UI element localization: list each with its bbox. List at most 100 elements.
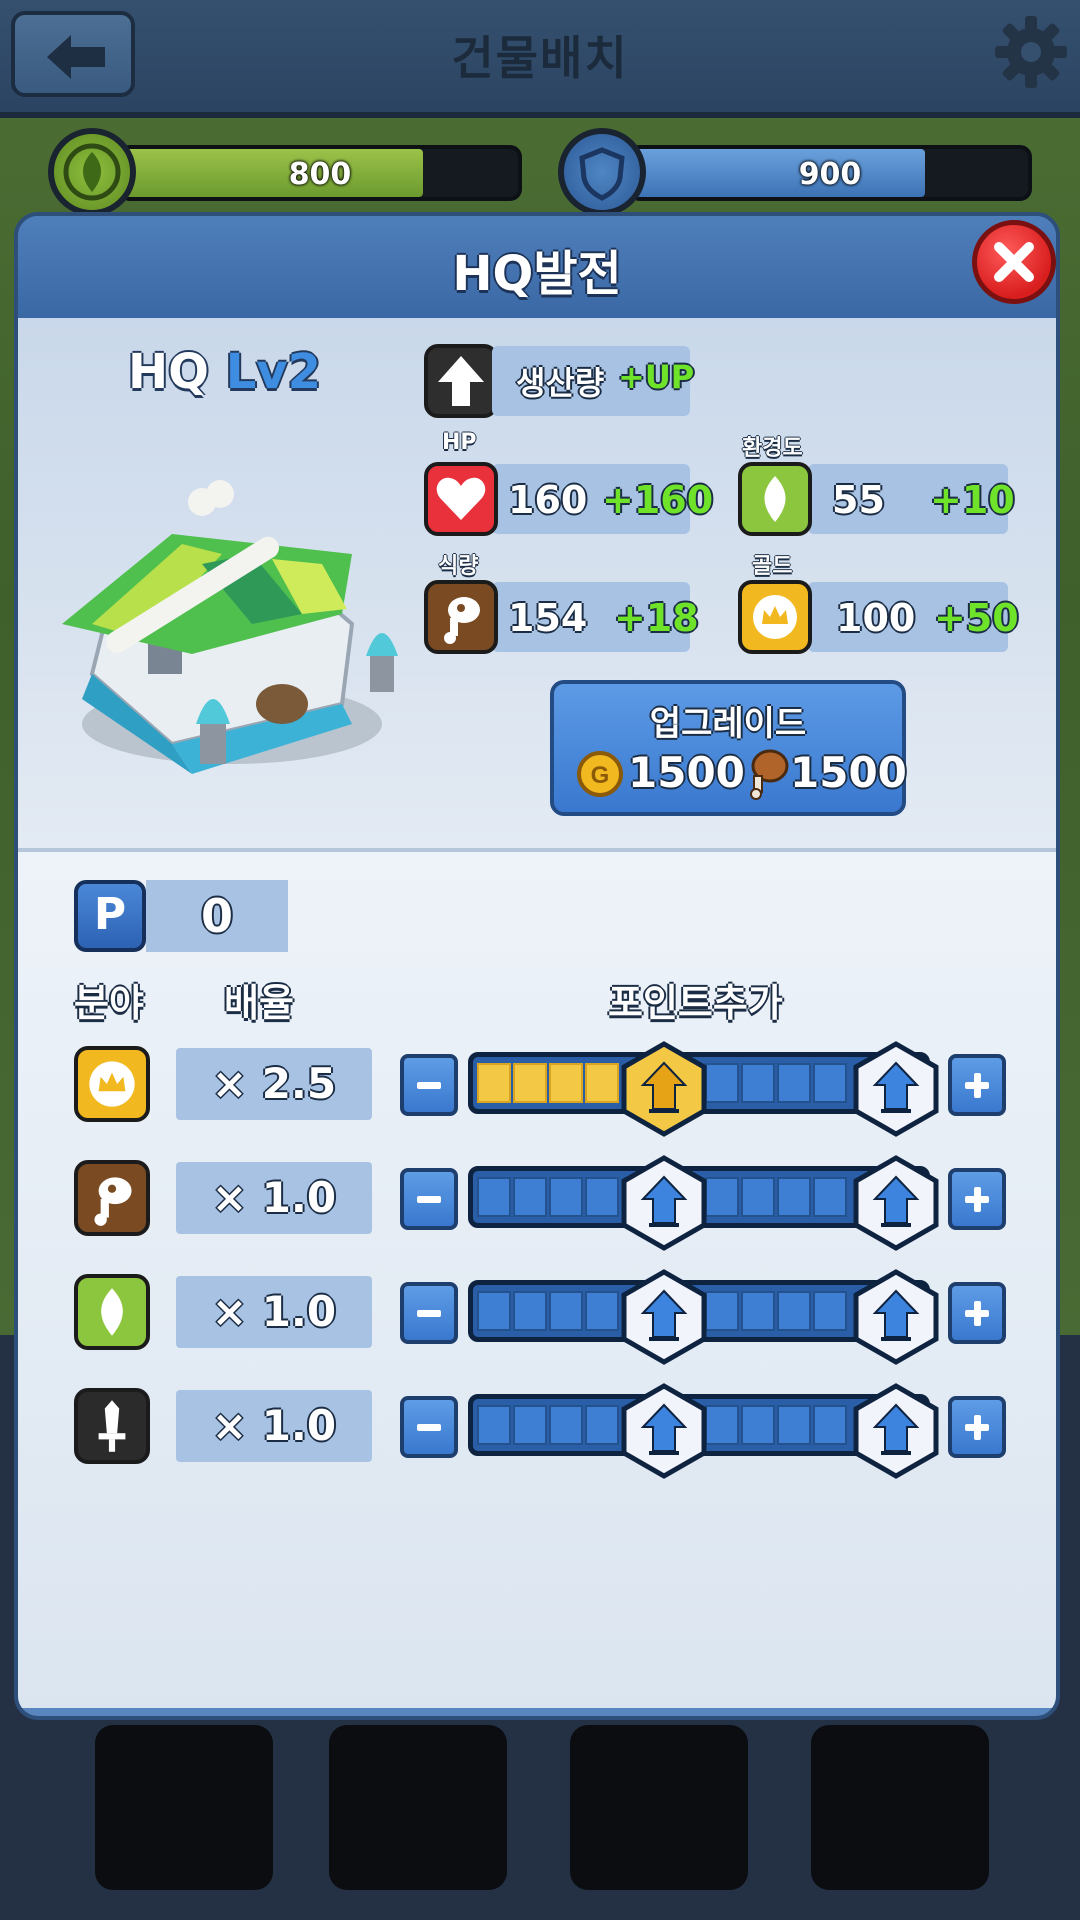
point-cell [585,1063,619,1103]
slider-max-marker [853,1269,939,1365]
meat-icon [74,1160,150,1236]
point-slider-track[interactable] [468,1269,939,1365]
point-cell [477,1405,511,1445]
point-cell [549,1405,583,1445]
slider-max-marker [853,1383,939,1479]
point-cell [477,1063,511,1103]
minus-button[interactable] [400,1282,458,1344]
point-cell [585,1405,619,1445]
food-caption: 식량 [438,554,479,579]
building-level-label: HQ Lv2 [128,344,321,400]
hp-bonus: +160 [602,478,714,522]
point-cell [549,1177,583,1217]
building-name: HQ [128,344,209,400]
hq-upgrade-panel: HQ발전 HQ Lv2 생산량 +UP HP 160 +160 환경도 55 +… [14,212,1060,1720]
point-cell [741,1405,775,1445]
points-icon: P [74,880,146,952]
plus-button[interactable] [948,1282,1006,1344]
top-bar: 건물배치 [0,0,1080,118]
food-cost: 1500 [790,748,907,797]
point-cell [741,1177,775,1217]
point-cell [513,1063,547,1103]
point-cell [777,1177,811,1217]
point-cell [813,1405,847,1445]
panel-header: HQ발전 [18,216,1056,318]
column-add-points: 포인트추가 [608,981,783,1025]
leaf-resource-bar: 800 [118,145,522,201]
point-cell [813,1291,847,1331]
gear-icon[interactable] [993,14,1069,90]
slider-thumb[interactable] [621,1155,707,1251]
gold-value: 100 [836,596,916,640]
environment-caption: 환경도 [742,436,803,461]
food-value: 154 [508,596,588,640]
point-slider-track[interactable] [468,1155,939,1251]
point-cell [705,1063,739,1103]
point-cell [549,1291,583,1331]
points-value: 0 [146,880,288,952]
svg-text:G: G [591,762,610,789]
meat-icon [424,580,498,654]
point-cell [777,1063,811,1103]
gold-coin-icon: G [577,751,623,797]
production-label: 생산량 [516,364,605,402]
building-level: Lv2 [225,344,321,400]
point-cell [513,1405,547,1445]
gold-bonus: +50 [934,596,1019,640]
point-cell [513,1177,547,1217]
point-cell [477,1177,511,1217]
column-field: 분야 [74,981,144,1025]
close-icon [994,242,1034,282]
plus-button[interactable] [948,1054,1006,1116]
slider-thumb[interactable] [621,1383,707,1479]
point-cell [813,1177,847,1217]
leaf-icon [738,462,812,536]
environment-bonus: +10 [930,478,1015,522]
plus-button[interactable] [948,1168,1006,1230]
shield-resource-value: 900 [798,157,862,192]
leaf-resource-icon [48,128,136,216]
building-slot[interactable] [329,1725,507,1890]
close-button[interactable] [972,220,1056,304]
back-arrow-icon [47,35,105,79]
building-slot[interactable] [95,1725,273,1890]
point-cell [705,1405,739,1445]
gold-cost: 1500 [628,748,745,797]
screen-title: 건물배치 [451,31,629,85]
slider-thumb[interactable] [621,1269,707,1365]
back-button[interactable] [11,11,135,97]
point-cell [585,1177,619,1217]
building-slot[interactable] [570,1725,748,1890]
plus-button[interactable] [948,1396,1006,1458]
crown-icon [74,1046,150,1122]
point-slider-track[interactable] [468,1383,939,1479]
shield-resource-bar: 900 [628,145,1032,201]
point-cell [705,1291,739,1331]
minus-button[interactable] [400,1054,458,1116]
point-slider-track[interactable] [468,1041,939,1137]
point-cell [705,1177,739,1217]
meat-cost-icon [750,749,789,800]
multiplier-value: × 1.0 [176,1390,372,1462]
building-slot[interactable] [811,1725,989,1890]
upgrade-label: 업그레이드 [649,704,807,744]
point-cell [549,1063,583,1103]
production-bonus: +UP [618,358,695,396]
leaf-resource-value: 800 [288,157,352,192]
shield-resource-icon [558,128,646,216]
slider-thumb[interactable] [621,1041,707,1137]
point-cell [777,1291,811,1331]
minus-button[interactable] [400,1168,458,1230]
minus-button[interactable] [400,1396,458,1458]
point-cell [813,1063,847,1103]
food-bonus: +18 [614,596,699,640]
point-cell [477,1291,511,1331]
multiplier-value: × 1.0 [176,1276,372,1348]
slider-max-marker [853,1041,939,1137]
hp-value: 160 [508,478,588,522]
point-cell [741,1063,775,1103]
upgrade-button[interactable]: 업그레이드 G 1500 1500 [550,680,907,816]
hq-building-image [62,480,398,774]
crown-icon [738,580,812,654]
hp-caption: HP [442,430,477,455]
